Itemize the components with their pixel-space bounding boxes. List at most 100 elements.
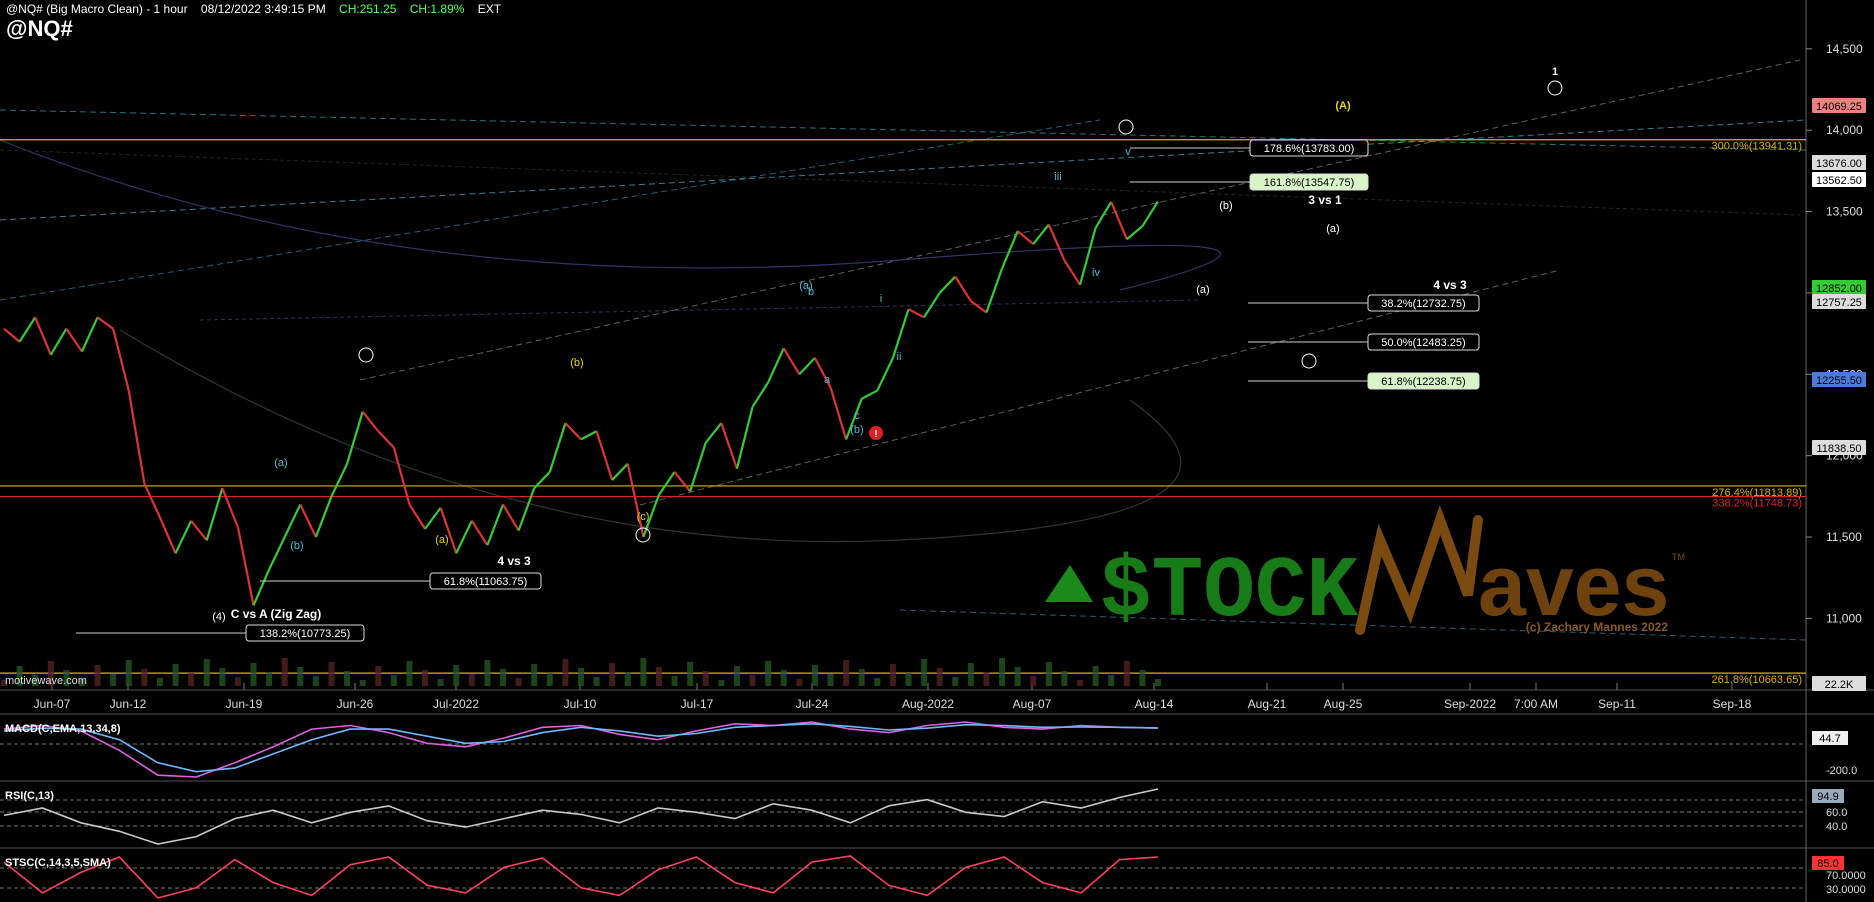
wave-label: (a) [435,534,448,546]
volume-bar [749,675,756,686]
volume-bar [874,678,881,686]
volume-bar [359,680,366,686]
wave-label: 4 vs 3 [497,554,531,568]
y-tick-label: 13,500 [1826,205,1863,219]
volume-bar [593,677,600,686]
volume-bar [733,666,740,686]
volume-bar [172,664,179,686]
volume-bar [375,666,382,686]
chart-header: @NQ# (Big Macro Clean) - 1 hour 08/12/20… [6,2,511,16]
y-tick-label: 14,500 [1826,42,1863,56]
price-badge-value: 13562.50 [1816,175,1862,187]
volume-bar [281,658,288,686]
volume-bar [967,663,974,686]
y-tick-label: 11,500 [1826,530,1862,544]
volume-bar [640,658,647,686]
wave-label: a [824,374,831,386]
volume-bar [1061,671,1068,686]
x-tick-label: Jun-12 [110,697,147,711]
price-badge-value: 14069.25 [1816,101,1862,113]
volume-bar [94,665,101,686]
wave-label: C vs A (Zig Zag) [231,607,321,621]
volume-bar [1155,679,1161,686]
wave-label: (b) [1219,200,1232,212]
volume-bar [624,672,631,686]
price-badge-value: 12757.25 [1816,297,1862,309]
volume-bar [219,668,226,686]
volume-bar [453,665,460,686]
x-tick-label: Aug-21 [1248,697,1287,711]
volume-bar [188,673,195,686]
price-badge-value: 13676.00 [1816,158,1862,170]
y-tick-label: 11,000 [1826,611,1862,625]
target-box-label: 61.8%(11063.75) [444,576,528,588]
target-box-label: 138.2%(10773.25) [260,628,351,640]
x-tick-label: Sep-11 [1598,697,1636,711]
x-tick-label: Jul-2022 [433,697,479,711]
volume-bar [110,674,117,686]
chart-title: @NQ# (Big Macro Clean) - 1 hour [6,2,188,16]
fib-level-label: 261.8%(10663.65) [1711,674,1802,686]
price-badge-value: 11838.50 [1816,443,1861,455]
x-tick-label: Jul-24 [796,697,829,711]
volume-bar [500,669,507,686]
x-tick-label: Jun-19 [226,697,263,711]
volume-bar [780,670,787,686]
volume-bar [203,659,210,686]
volume-bar [266,672,273,686]
target-box-label: 50.0%(12483.25) [1381,337,1465,349]
chart-canvas: Jun-07 Jun-12 Jun-19 Jun-26 Jul-2022 Jul-10 Ju… [0,0,1874,902]
watermark-tm: TM [1672,552,1685,562]
indicator-tick-label: -200.0 [1826,765,1857,777]
x-tick-label: Aug-25 [1324,697,1363,711]
change-percent: CH:1.89% [409,2,465,16]
wave-label: (b) [290,540,303,552]
target-box-label: 61.8%(12238.75) [1381,376,1465,388]
volume-bar [1045,662,1052,686]
wave-label: v [1125,146,1131,158]
volume-bar [983,672,990,686]
volume-bar [765,661,772,686]
volume-bar [999,658,1006,686]
stoch-panel-title: STSC(C,14,3,5,SMA) [5,857,111,869]
indicator-tick-label: 60.0 [1826,807,1847,819]
x-tick-label: Jun-26 [337,697,374,711]
volume-bar [1092,666,1099,686]
volume-bar [858,669,865,686]
volume-bar [1139,670,1146,686]
wave-label: (c) [637,511,650,523]
symbol-label: @NQ# [6,16,73,41]
volume-bar [125,660,132,686]
volume-bar [297,667,304,686]
volume-bar [905,673,912,686]
volume-bar [1077,680,1084,686]
volume-bar [156,678,163,686]
volume-bar [655,667,662,686]
volume-bar [344,671,351,686]
wave-label: ii [897,351,902,363]
volume-bar [889,664,896,686]
source-label: motivewave.com [5,675,87,687]
target-box-label: 38.2%(12732.75) [1381,298,1465,310]
wave-label: 4 vs 3 [1433,278,1467,292]
x-tick-label: Jul-17 [681,697,714,711]
macd-panel-title: MACD(C,EMA,13,34,8) [5,723,121,735]
wave-label: (4) [212,611,225,623]
volume-bar [390,675,397,686]
volume-bar [422,670,429,686]
wave-label: (a) [274,457,287,469]
volume-bar [796,679,803,686]
volume-bar [546,673,553,686]
volume-bar [811,665,818,686]
stoch-value: 85.0 [1817,858,1838,870]
x-tick-label: Aug-14 [1135,697,1174,711]
chart-background [0,0,1874,902]
price-badge-value: 12255.50 [1816,375,1862,387]
target-box-label: 161.8%(13547.75) [1264,177,1355,189]
alert-icon-mark: ! [874,429,877,440]
volume-bar [468,674,475,686]
volume-bar [328,662,335,686]
wave-label: (b) [850,424,863,436]
fib-level-label: 338.2%(11748.73) [1712,498,1802,510]
x-tick-label: Jul-10 [564,697,597,711]
